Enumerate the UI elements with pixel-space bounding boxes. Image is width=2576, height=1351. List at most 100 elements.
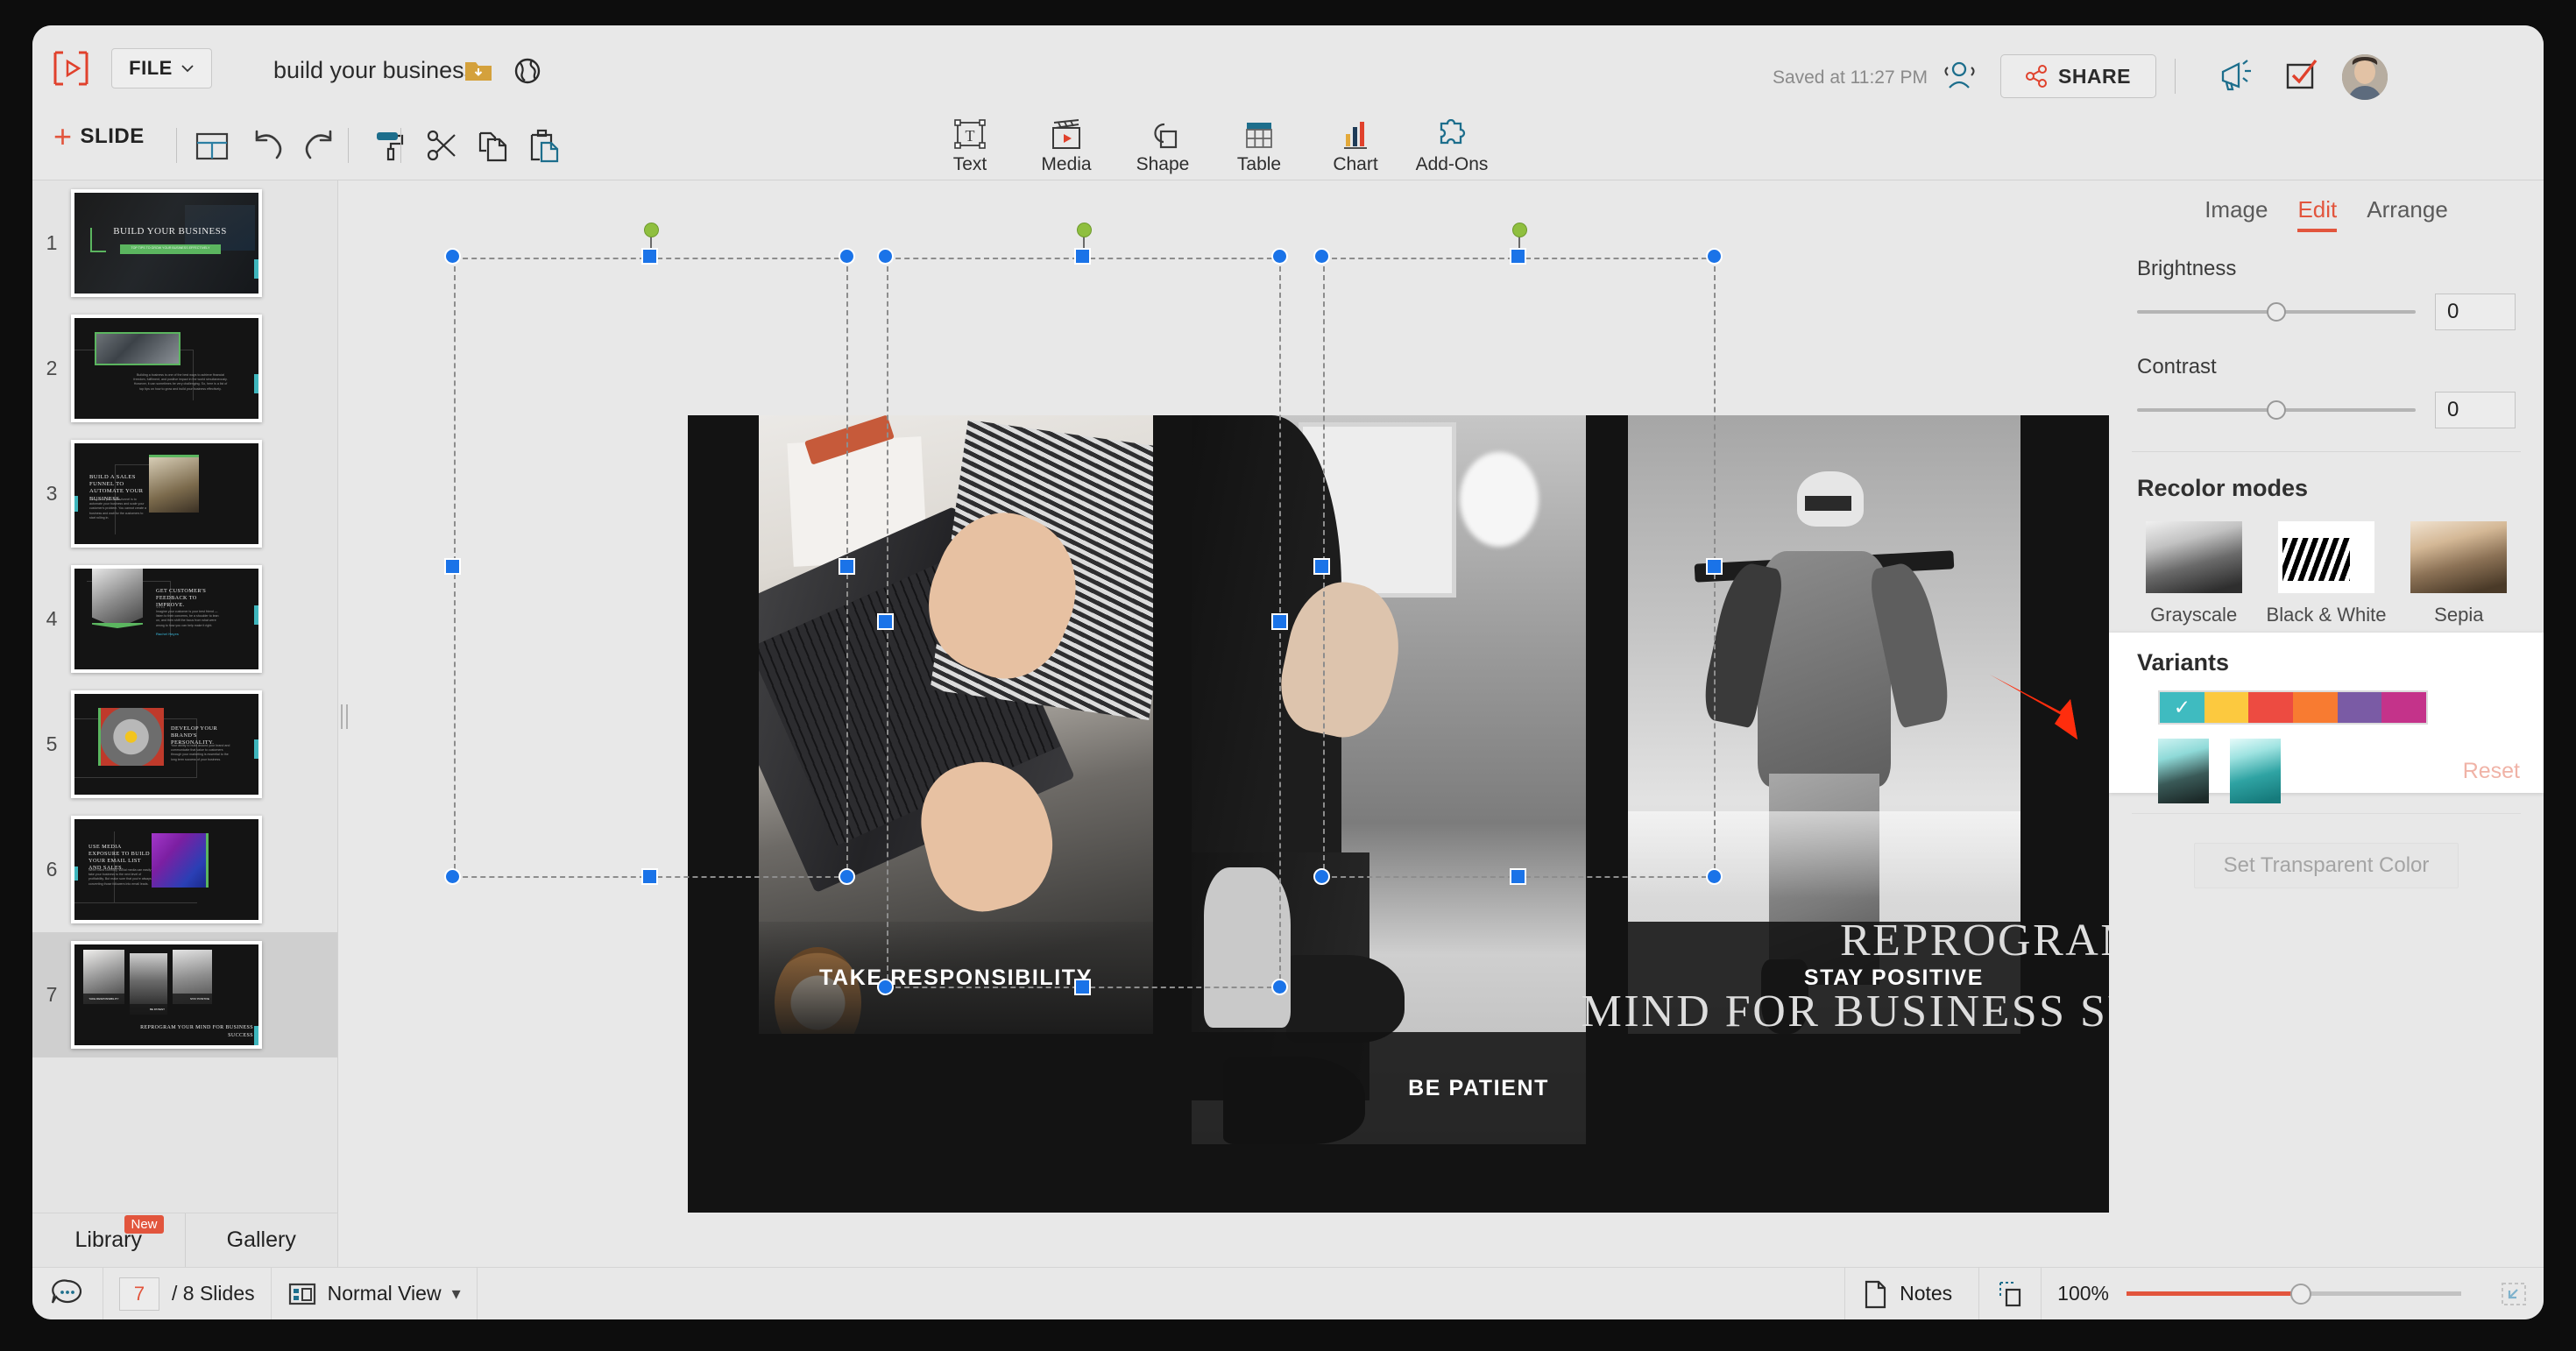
variant-swatch-magenta[interactable] <box>2381 692 2427 723</box>
slide-thumb-row[interactable]: 1 BUILD YOUR BUSINESS TOP TIPS TO GROW Y… <box>32 180 337 306</box>
redo-icon[interactable] <box>300 128 338 165</box>
view-mode-selector[interactable]: Normal View ▾ <box>272 1268 477 1319</box>
variant-swatch-teal[interactable]: ✓ <box>2160 692 2204 723</box>
variant-preview-1[interactable] <box>2158 739 2209 803</box>
fullscreen-button[interactable] <box>2477 1268 2544 1319</box>
contrast-slider[interactable] <box>2137 400 2416 420</box>
contrast-value-field[interactable]: 0 <box>2435 392 2516 428</box>
subtab-edit[interactable]: Edit <box>2297 196 2338 232</box>
slide-photo-take-responsibility[interactable]: TAKE RESPONSIBILITY <box>759 415 1153 1034</box>
resize-handle-ne[interactable] <box>839 248 855 265</box>
slide-thumbnail-7[interactable]: TAKE RESPONSIBILITY BE PATIENT STAY POSI… <box>71 941 262 1049</box>
resize-handle-w[interactable] <box>877 613 894 630</box>
slide-thumb-row[interactable]: 5 DEVELOP YOUR BRAND'S PERSONALITY. Your… <box>32 682 337 807</box>
resize-handle-e[interactable] <box>1706 558 1723 575</box>
folder-save-icon[interactable] <box>464 57 493 83</box>
slide-thumb-row[interactable]: 4 GET CUSTOMER'S FEEDBACK TO IMPROVE. ““… <box>32 556 337 682</box>
current-page-input[interactable]: 7 <box>119 1277 159 1311</box>
slide-thumb-row[interactable]: 6 USE MEDIA EXPOSURE TO BUILD YOUR EMAIL… <box>32 807 337 932</box>
notes-button[interactable]: Notes <box>1845 1268 1978 1319</box>
brightness-slider-thumb[interactable] <box>2267 302 2286 322</box>
slide-thumb-row-selected[interactable]: 7 TAKE RESPONSIBILITY BE PATIENT STAY PO… <box>32 932 337 1057</box>
slide-thumb-row[interactable]: 3 BUILD A SALES FUNNEL TO AUTOMATE YOUR … <box>32 431 337 556</box>
resize-handle-w[interactable] <box>444 558 461 575</box>
resize-handle-s[interactable] <box>1510 868 1526 885</box>
scissors-icon[interactable] <box>424 128 463 165</box>
paste-icon[interactable] <box>526 128 564 165</box>
slide-thumbnail-panel[interactable]: 1 BUILD YOUR BUSINESS TOP TIPS TO GROW Y… <box>32 180 338 1213</box>
insert-shape-button[interactable]: Shape <box>1115 112 1211 175</box>
resize-handle-n[interactable] <box>641 248 658 265</box>
zoom-slider-thumb[interactable] <box>2289 1283 2311 1305</box>
slide-thumbnail-6[interactable]: USE MEDIA EXPOSURE TO BUILD YOUR EMAIL L… <box>71 816 262 923</box>
resize-handle-sw[interactable] <box>1313 868 1330 885</box>
layout-icon[interactable] <box>193 128 231 165</box>
add-slide-button[interactable]: + SLIDE <box>53 121 145 152</box>
brightness-slider[interactable] <box>2137 302 2416 322</box>
resize-handle-se[interactable] <box>1271 979 1288 995</box>
resize-handle-ne[interactable] <box>1706 248 1723 265</box>
insert-text-button[interactable]: T Text <box>922 112 1018 175</box>
share-button[interactable]: SHARE <box>2000 54 2156 98</box>
resize-handle-e[interactable] <box>839 558 855 575</box>
variant-swatch-red[interactable] <box>2248 692 2294 723</box>
resize-handle-n[interactable] <box>1074 248 1091 265</box>
slide-thumbnail-5[interactable]: DEVELOP YOUR BRAND'S PERSONALITY. Your a… <box>71 690 262 798</box>
panel-resize-grip[interactable] <box>341 700 351 733</box>
recolor-sepia[interactable]: Sepia <box>2396 521 2523 627</box>
collaborators-icon[interactable] <box>1938 60 1978 92</box>
variant-swatch-purple[interactable] <box>2337 692 2382 723</box>
subtab-image[interactable]: Image <box>2204 196 2268 232</box>
user-avatar[interactable] <box>2342 54 2388 100</box>
fit-slide-button[interactable] <box>1979 1268 2041 1319</box>
slide-canvas[interactable]: TAKE RESPONSIBILITY BE PATIENT STAY POSI… <box>688 415 2109 1213</box>
megaphone-icon[interactable] <box>2214 59 2254 94</box>
paint-roller-icon[interactable] <box>372 128 410 165</box>
copy-icon[interactable] <box>475 128 513 165</box>
zoom-slider[interactable] <box>2127 1283 2461 1305</box>
tab-gallery[interactable]: Gallery <box>184 1213 338 1267</box>
resize-handle-se[interactable] <box>839 868 855 885</box>
slide-canvas-area[interactable]: TAKE RESPONSIBILITY BE PATIENT STAY POSI… <box>338 180 2109 1213</box>
slide-heading[interactable]: REPROGRAM YOUR MIND FOR BUSINESS SUCCESS <box>1417 906 2109 1047</box>
slide-thumbnail-4[interactable]: GET CUSTOMER'S FEEDBACK TO IMPROVE. ““ I… <box>71 565 262 673</box>
feedback-edit-icon[interactable] <box>2281 59 2321 94</box>
reset-button[interactable]: Reset <box>2463 759 2520 784</box>
comments-button[interactable] <box>32 1268 103 1319</box>
resize-handle-se[interactable] <box>1706 868 1723 885</box>
insert-chart-button[interactable]: Chart <box>1307 112 1404 175</box>
slide-thumb-row[interactable]: 2 Building a business is one of the best… <box>32 306 337 431</box>
brightness-value-field[interactable]: 0 <box>2435 294 2516 330</box>
insert-table-button[interactable]: Table <box>1211 112 1307 175</box>
insert-addons-button[interactable]: Add-Ons <box>1404 112 1500 175</box>
resize-handle-sw[interactable] <box>444 868 461 885</box>
resize-handle-nw[interactable] <box>1313 248 1330 265</box>
recolor-grayscale[interactable]: Grayscale <box>2130 521 2257 627</box>
resize-handle-w[interactable] <box>1313 558 1330 575</box>
globe-icon[interactable] <box>513 57 542 84</box>
undo-icon[interactable] <box>249 128 287 165</box>
resize-handle-nw[interactable] <box>877 248 894 265</box>
tab-library[interactable]: Library New <box>32 1213 185 1267</box>
slide-thumbnail-3[interactable]: BUILD A SALES FUNNEL TO AUTOMATE YOUR BU… <box>71 440 262 548</box>
resize-handle-s[interactable] <box>1074 979 1091 995</box>
subtab-arrange[interactable]: Arrange <box>2367 196 2448 232</box>
slide-thumbnail-2[interactable]: Building a business is one of the best w… <box>71 315 262 422</box>
recolor-black-white[interactable]: Black & White <box>2262 521 2389 627</box>
document-title[interactable]: build your business <box>273 57 476 84</box>
resize-handle-n[interactable] <box>1510 248 1526 265</box>
resize-handle-s[interactable] <box>641 868 658 885</box>
resize-handle-sw[interactable] <box>877 979 894 995</box>
variant-swatch-yellow[interactable] <box>2204 692 2249 723</box>
resize-handle-ne[interactable] <box>1271 248 1288 265</box>
slide-thumbnail-1[interactable]: BUILD YOUR BUSINESS TOP TIPS TO GROW YOU… <box>71 189 262 297</box>
app-logo-icon[interactable] <box>50 48 92 88</box>
insert-media-button[interactable]: Media <box>1018 112 1115 175</box>
variant-preview-2[interactable] <box>2230 739 2281 803</box>
resize-handle-e[interactable] <box>1271 613 1288 630</box>
file-menu-button[interactable]: FILE <box>111 48 212 88</box>
contrast-slider-thumb[interactable] <box>2267 400 2286 420</box>
variant-swatch-orange[interactable] <box>2293 692 2338 723</box>
resize-handle-nw[interactable] <box>444 248 461 265</box>
set-transparent-color-button[interactable]: Set Transparent Color <box>2194 843 2459 888</box>
